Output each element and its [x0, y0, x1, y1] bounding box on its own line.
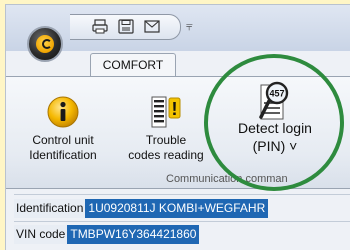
trouble-codes-reading-button[interactable]: ! Trouble codes reading [124, 95, 208, 163]
svg-text:!: ! [172, 99, 178, 119]
button-label-line2: codes reading [128, 148, 204, 162]
button-label-line2: Identification [29, 148, 97, 162]
divider [14, 194, 350, 195]
vin-code-row: VIN code TMBPW16Y364421860 [14, 225, 200, 244]
print-icon[interactable] [92, 19, 108, 34]
mail-icon[interactable] [144, 19, 160, 34]
control-unit-identification-button[interactable]: Control unit Identification [24, 95, 102, 163]
tab-comfort[interactable]: COMFORT [90, 53, 176, 77]
application-menu-button[interactable] [27, 26, 63, 62]
qat-customize-icon[interactable]: ⫧ [186, 19, 193, 34]
info-icon [46, 95, 80, 129]
app-logo-icon [36, 35, 54, 53]
disk-icon[interactable] [118, 19, 134, 34]
identification-value[interactable]: 1U0920811J KOMBI+WEGFAHR [85, 199, 269, 218]
vin-code-value[interactable]: TMBPW16Y364421860 [67, 225, 200, 244]
field-label: VIN code [14, 225, 68, 244]
identification-row: Identification 1U0920811J KOMBI+WEGFAHR [14, 199, 269, 218]
trouble-codes-icon: ! [149, 95, 183, 129]
field-label: Identification [14, 199, 86, 218]
quick-access-toolbar [70, 14, 181, 40]
highlight-circle [204, 54, 344, 191]
button-label-line1: Control unit [32, 133, 94, 147]
button-label-line1: Trouble [145, 133, 187, 147]
divider [14, 221, 350, 222]
